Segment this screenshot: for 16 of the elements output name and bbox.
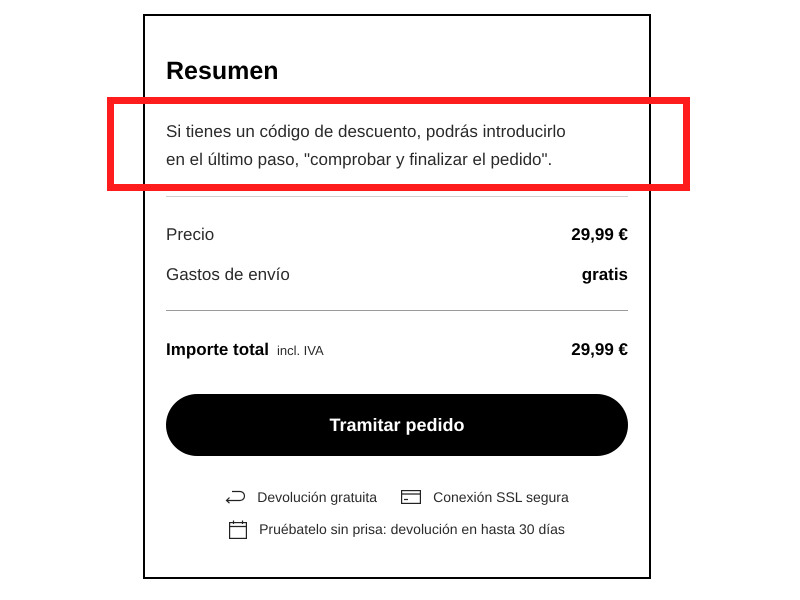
checkout-button[interactable]: Tramitar pedido: [166, 394, 628, 456]
line-label: Gastos de envío: [166, 264, 290, 286]
total-value: 29,99 €: [571, 339, 628, 362]
total-label: Importe total: [166, 339, 269, 362]
line-value: 29,99 €: [571, 224, 628, 246]
line-label: Precio: [166, 224, 214, 246]
feature-text: Pruébatelo sin prisa: devolución en hasta 30 días: [259, 520, 565, 539]
feature-text: Conexión SSL segura: [433, 488, 569, 507]
discount-notice: Si tienes un código de descuento, podrás introducirlo en el último paso, "comprobar y finalizar el pedido".: [166, 121, 567, 171]
tax-note: incl. IVA: [276, 342, 324, 360]
calendar-icon: [229, 520, 248, 538]
line-value: gratis: [582, 264, 628, 286]
feature-text: Devolución gratuita: [257, 488, 378, 507]
credit-card-icon: [401, 490, 422, 504]
summary-title: Resumen: [166, 56, 280, 86]
return-arrow-icon: [225, 490, 246, 504]
